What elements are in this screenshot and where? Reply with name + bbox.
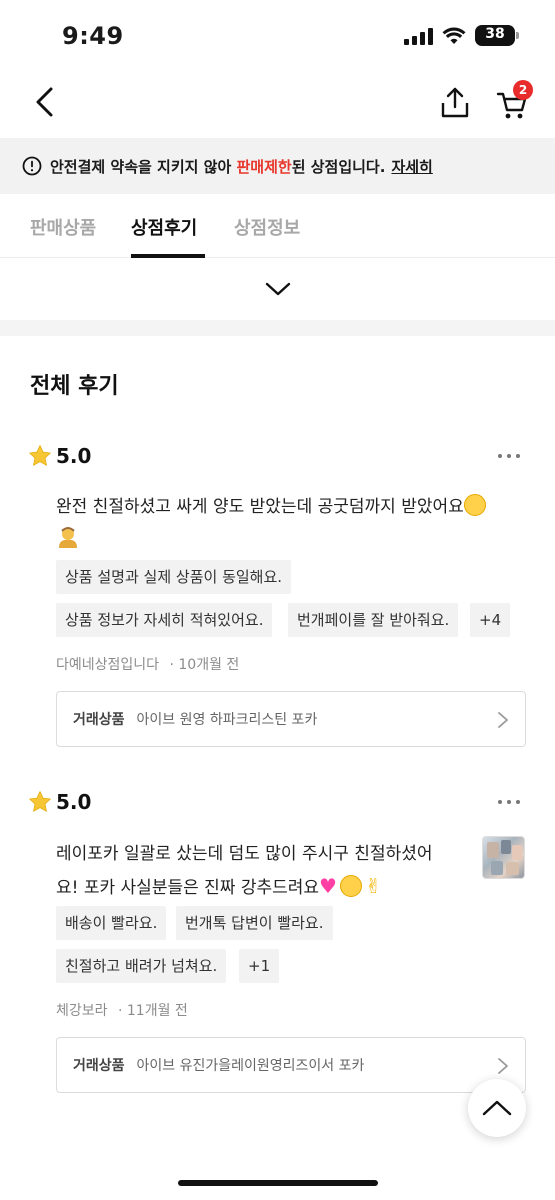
status-icons: 38 (404, 25, 519, 46)
pleading-face-icon (463, 494, 486, 516)
review-tag: 친절하고 배려가 넘쳐요. (56, 949, 227, 983)
review-tag: 배송이 빨라요. (56, 906, 167, 940)
scroll-top-button[interactable] (468, 1079, 526, 1137)
notice-text-after: 된 상점입니다. (291, 157, 386, 176)
share-button[interactable] (438, 86, 472, 120)
trade-product-name: 아이브 유진가을레이원영리즈이서 포카 (136, 1058, 365, 1074)
rating-value: 5.0 (56, 790, 92, 814)
status-time: 9:49 (62, 22, 124, 50)
smiling-face-icon (339, 875, 362, 897)
shop-tabs: 판매상품 상점후기 상점정보 (0, 194, 555, 258)
review-text: 완전 친절하셨고 싸게 양도 받았는데 공굿덤까지 받았어요 (56, 491, 530, 555)
notice-detail-link[interactable]: 자세히 (391, 156, 432, 177)
section-title: 전체 후기 (30, 374, 119, 399)
chevron-down-icon (265, 282, 290, 296)
chevron-right-icon (498, 1058, 508, 1074)
review-rating: 5.0 (28, 444, 91, 468)
review-rating: 5.0 (28, 790, 91, 814)
review-tag: 상품 정보가 자세히 적혀있어요. (56, 603, 273, 637)
notice-text: 안전결제 약속을 지키지 않아 (50, 157, 237, 176)
thumbs-up-icon: ✌ (364, 874, 382, 898)
bowing-person-icon (59, 527, 77, 548)
back-button[interactable] (28, 84, 64, 120)
more-dots-icon (498, 800, 502, 804)
review-tag-more[interactable]: +4 (470, 603, 511, 637)
status-bar: 9:49 38 (0, 0, 555, 70)
cart-count-badge: 2 (513, 80, 533, 100)
review-tag: 번개톡 답변이 빨라요. (176, 906, 333, 940)
review-photo-thumbnail[interactable] (482, 836, 525, 879)
review-author[interactable]: 체강보라 (56, 1003, 108, 1019)
star-icon (29, 445, 51, 466)
share-icon (441, 87, 469, 118)
chevron-left-icon (36, 87, 53, 117)
review-time: · 10개월 전 (169, 657, 240, 673)
review-meta: 체강보라 · 11개월 전 (56, 1000, 188, 1020)
trade-product-card[interactable]: 거래상품 아이브 원영 하파크리스틴 포카 (56, 691, 526, 747)
expand-button[interactable] (0, 258, 555, 320)
home-indicator (178, 1180, 378, 1186)
review-text-line: 레이포카 일괄로 샀는데 덤도 많이 주시구 친절하셨어 (56, 844, 433, 864)
review-tag-more[interactable]: +1 (239, 949, 280, 983)
review-meta: 다예네상점입니다 · 10개월 전 (56, 654, 239, 674)
trade-product-card[interactable]: 거래상품 아이브 유진가을레이원영리즈이서 포카 (56, 1037, 526, 1093)
notice-highlight: 판매제한 (236, 157, 292, 176)
section-divider (0, 320, 555, 336)
review-time: · 11개월 전 (117, 1003, 188, 1019)
chevron-right-icon (498, 712, 508, 728)
rating-value: 5.0 (56, 444, 92, 468)
top-nav: 2 (0, 70, 555, 136)
review-text-line: 완전 친절하셨고 싸게 양도 받았는데 공굿덤까지 받았어요 (56, 497, 464, 517)
heart-icon: ♥ (319, 874, 337, 898)
trade-product-name: 아이브 원영 하파크리스틴 포카 (136, 712, 318, 728)
trade-label: 거래상품 (73, 712, 125, 728)
review-tag: 상품 설명과 실제 상품이 동일해요. (56, 560, 292, 594)
review-tag: 번개페이를 잘 받아줘요. (288, 603, 459, 637)
star-icon (29, 791, 51, 812)
battery-level: 38 (485, 26, 505, 42)
review-text: 레이포카 일괄로 샀는데 덤도 많이 주시구 친절하셨어 요! 포카 사실분들은… (56, 838, 476, 904)
review-author[interactable]: 다예네상점입니다 (56, 657, 159, 673)
more-dots-icon (498, 454, 502, 458)
chevron-up-icon (482, 1100, 512, 1116)
tab-reviews[interactable]: 상점후기 (131, 214, 197, 240)
trade-label: 거래상품 (73, 1058, 125, 1074)
tab-shop-info[interactable]: 상점정보 (234, 214, 300, 240)
more-options-button[interactable] (498, 800, 520, 804)
more-options-button[interactable] (498, 454, 520, 458)
signal-icon (404, 27, 433, 45)
review-text-line: 요! 포카 사실분들은 진짜 강추드려요 (56, 878, 320, 898)
cart-button[interactable]: 2 (495, 80, 535, 122)
wifi-icon (442, 27, 466, 44)
battery-icon: 38 (475, 25, 519, 46)
restriction-notice: 안전결제 약속을 지키지 않아 판매제한 된 상점입니다. 자세히 (0, 138, 555, 194)
tab-products[interactable]: 판매상품 (30, 214, 96, 240)
exclamation-circle-icon (22, 156, 42, 176)
